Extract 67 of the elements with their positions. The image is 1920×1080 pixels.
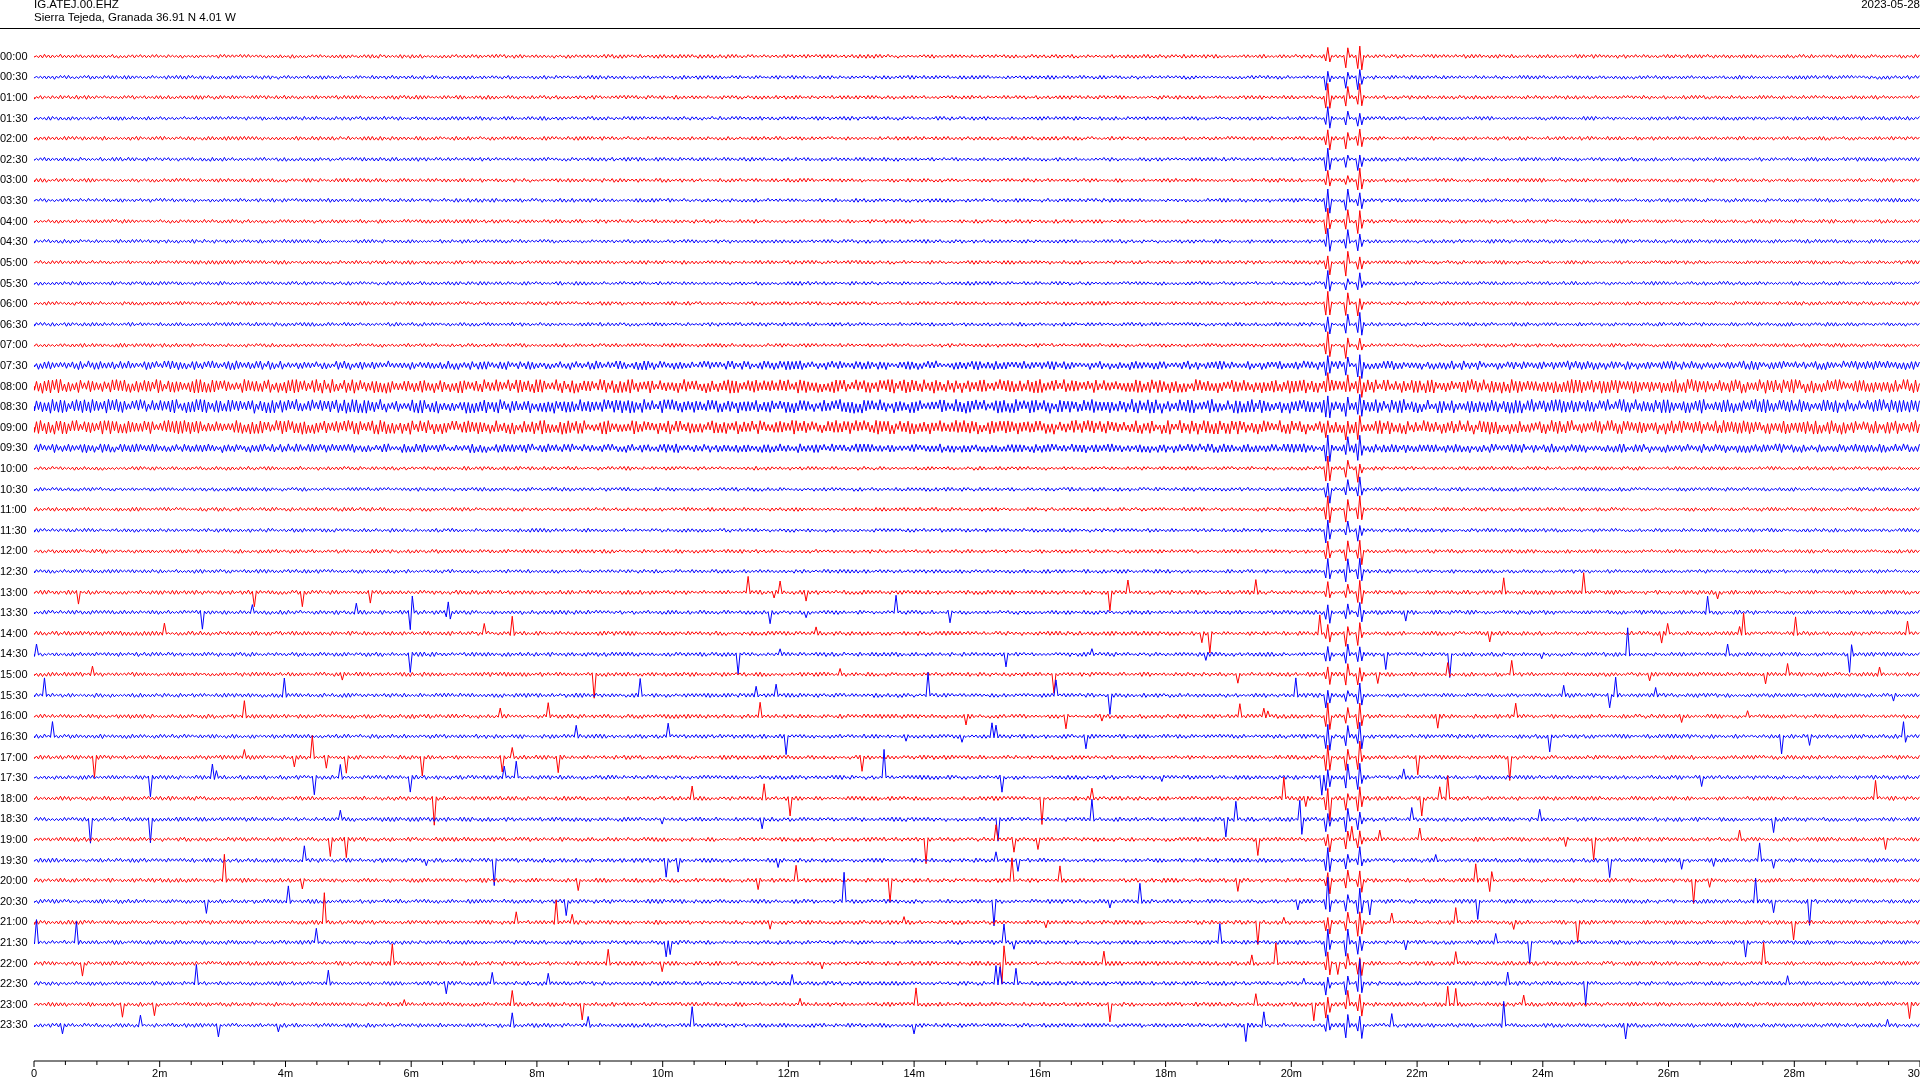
- plot-date: 2023-05-28: [1861, 0, 1920, 12]
- time-label: 17:00: [0, 750, 29, 764]
- time-label: 00:30: [0, 70, 29, 84]
- station-code: IG.ATEJ.00.EHZ: [34, 0, 120, 11]
- axis-tick-label: 2m: [152, 1067, 168, 1080]
- time-label: 11:30: [0, 523, 28, 537]
- time-label: 12:30: [0, 565, 29, 579]
- time-label: 02:00: [0, 132, 29, 146]
- axis-tick-label: 22m: [1406, 1067, 1428, 1080]
- time-label: 16:00: [0, 709, 29, 723]
- time-label: 20:30: [0, 894, 29, 908]
- time-label: 09:00: [0, 420, 29, 434]
- time-label: 23:30: [0, 1018, 29, 1032]
- time-label: 01:30: [0, 111, 29, 125]
- time-label: 22:00: [0, 956, 29, 970]
- axis-tick-label: 28m: [1783, 1067, 1805, 1080]
- time-label: 21:30: [0, 936, 29, 949]
- time-label: 06:30: [0, 317, 29, 331]
- axis-tick-label: 12m: [777, 1067, 800, 1080]
- time-label: 18:30: [0, 812, 29, 826]
- axis-tick-label: 18m: [1154, 1067, 1177, 1080]
- time-label: 07:00: [0, 338, 29, 352]
- axis-tick-label: 30: [1907, 1067, 1920, 1080]
- axis-tick-label: 26m: [1657, 1067, 1680, 1080]
- time-label: 17:30: [0, 771, 29, 785]
- time-label: 09:30: [0, 441, 29, 455]
- time-label: 21:00: [0, 915, 29, 929]
- time-label: 03:30: [0, 194, 29, 208]
- time-label: 13:00: [0, 585, 29, 599]
- time-label: 15:30: [0, 688, 29, 702]
- time-label: 12:00: [0, 544, 29, 558]
- time-label: 04:30: [0, 235, 29, 249]
- time-label: 03:00: [0, 173, 29, 187]
- time-label: 13:30: [0, 606, 29, 620]
- time-label: 18:00: [0, 791, 29, 805]
- time-label: 14:30: [0, 647, 29, 661]
- time-label: 22:30: [0, 977, 29, 991]
- axis-tick-label: 24m: [1532, 1067, 1554, 1080]
- time-label: 08:00: [0, 379, 29, 393]
- time-label: 14:00: [0, 626, 29, 640]
- time-label: 19:00: [0, 832, 29, 846]
- axis-tick-label: 10m: [651, 1067, 674, 1080]
- time-label: 08:30: [0, 400, 29, 414]
- axis-tick-label: 16m: [1029, 1067, 1051, 1080]
- time-label: 10:30: [0, 482, 29, 496]
- time-label: 19:30: [0, 853, 29, 867]
- axis-tick-label: 14m: [903, 1067, 925, 1080]
- station-location: Sierra Tejeda, Granada 36.91 N 4.01 W: [34, 11, 236, 24]
- time-label: 02:30: [0, 152, 29, 166]
- axis-tick-label: 8m: [529, 1067, 545, 1080]
- axis-tick-label: 6m: [403, 1067, 419, 1080]
- time-label: 07:30: [0, 358, 29, 372]
- time-label: 05:30: [0, 276, 29, 290]
- time-label: 11:00: [0, 503, 28, 517]
- axis-tick-label: 4m: [277, 1067, 294, 1080]
- time-label: 16:30: [0, 729, 29, 743]
- time-label: 06:00: [0, 297, 29, 311]
- time-label: 05:00: [0, 255, 29, 269]
- axis-tick-label: 20m: [1280, 1067, 1303, 1080]
- time-label: 15:00: [0, 668, 29, 682]
- time-label: 23:00: [0, 997, 29, 1011]
- time-label: 04:00: [0, 214, 29, 228]
- time-label: 20:00: [0, 874, 29, 888]
- time-label: 00:00: [0, 49, 29, 63]
- time-label: 01:00: [0, 91, 29, 104]
- axis-tick-label: 0: [30, 1067, 38, 1080]
- time-label: 10:00: [0, 462, 29, 475]
